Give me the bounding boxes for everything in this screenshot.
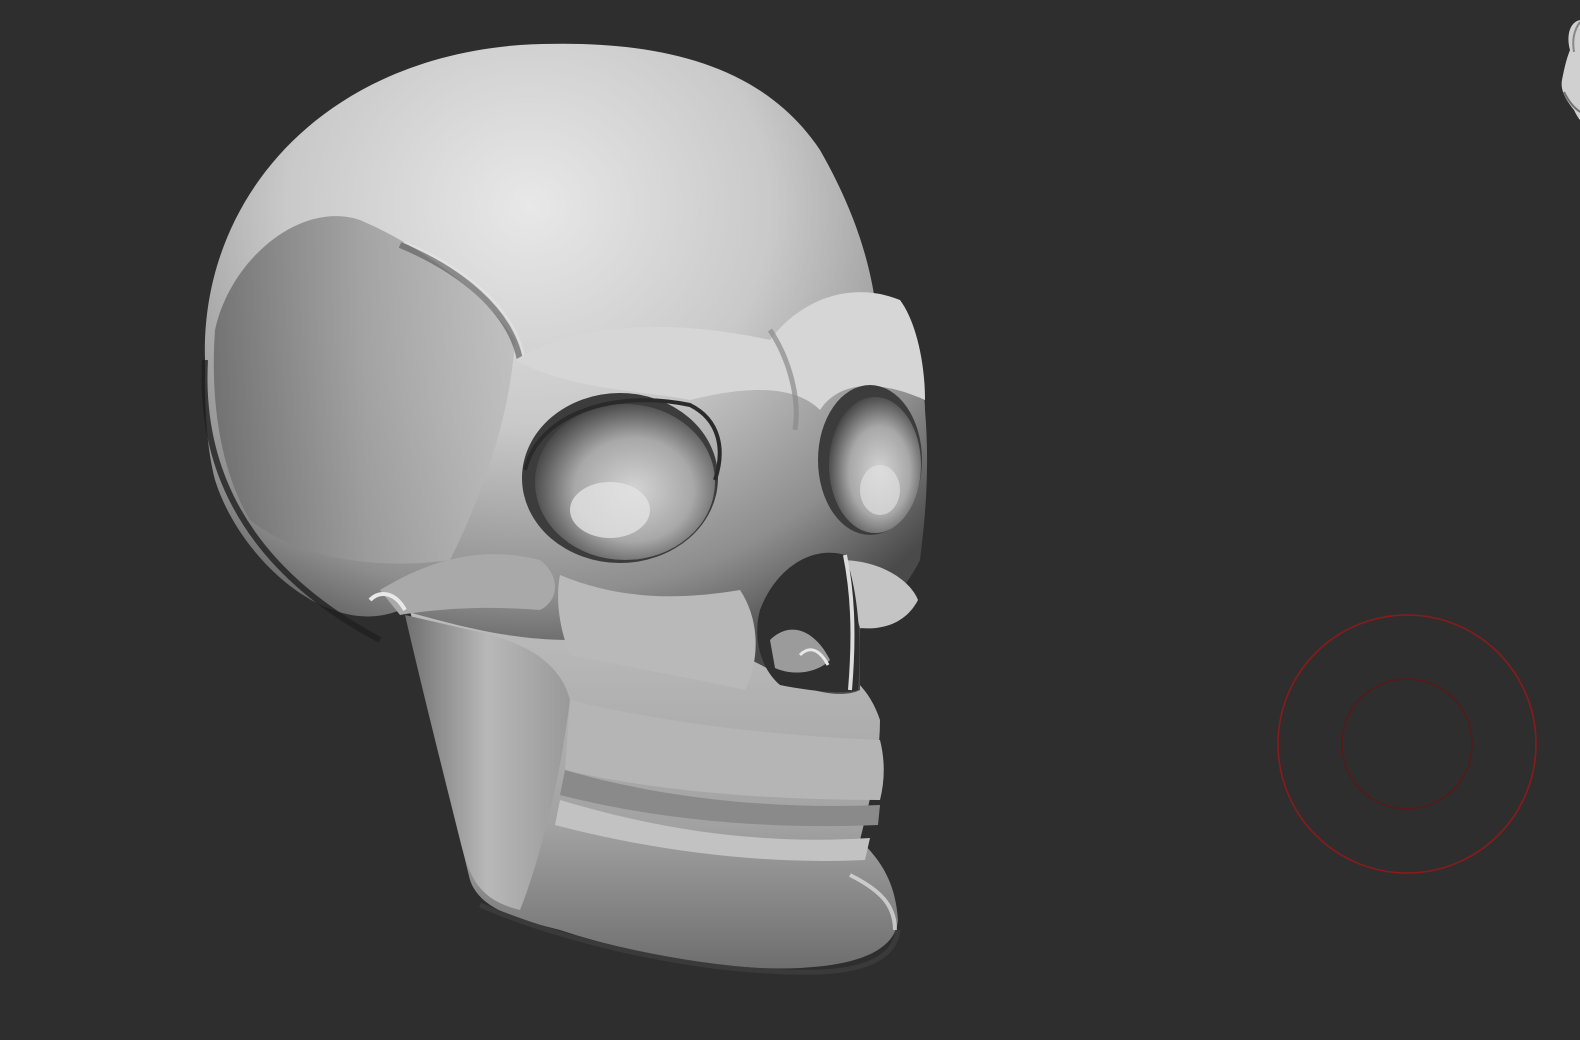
mannequin-head-icon[interactable] [1556, 0, 1580, 130]
brush-focal-ring [1341, 678, 1473, 810]
brush-draw-size-ring [1277, 614, 1537, 874]
skull-model[interactable] [0, 0, 1580, 1040]
brush-cursor [1277, 614, 1537, 874]
document-canvas[interactable] [0, 0, 1580, 1040]
